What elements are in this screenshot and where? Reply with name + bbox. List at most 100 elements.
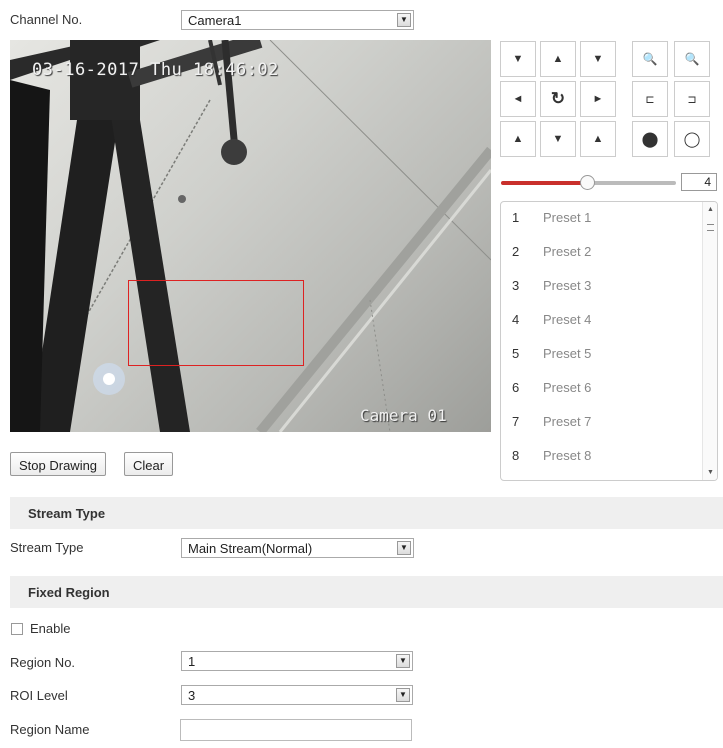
- preset-name: Preset 2: [543, 244, 592, 259]
- preset-name: Preset 4: [543, 312, 592, 327]
- arrow-up-right-icon: ▼: [592, 53, 604, 65]
- preset-list-scrollbar[interactable]: ▲ ▼: [702, 202, 717, 480]
- speed-slider-handle[interactable]: [580, 175, 595, 190]
- hanging-knob: [221, 139, 247, 165]
- preset-number: 5: [512, 346, 520, 361]
- roi-level-select-value: 3: [188, 688, 196, 703]
- ptz-down-right-button[interactable]: ▲: [580, 121, 616, 157]
- chevron-down-icon[interactable]: ▼: [397, 13, 411, 27]
- iris-open-icon: ⬤: [641, 131, 659, 148]
- region-no-select-value: 1: [188, 654, 196, 669]
- ptz-auto-button[interactable]: ↻: [540, 81, 576, 117]
- arrow-down-right-icon: ▲: [592, 133, 604, 145]
- focus-near-button[interactable]: ⊏: [632, 81, 668, 117]
- video-scene: [10, 40, 491, 432]
- preset-list[interactable]: 8 Preset 8 7 Preset 7 6 Preset 6 5 Preset 5 4 Pre…: [500, 201, 718, 481]
- zoom-in-icon: 🔍: [684, 52, 700, 66]
- ptz-up-button[interactable]: ▲: [540, 41, 576, 77]
- preset-name: Preset 8: [543, 448, 592, 463]
- chevron-down-icon[interactable]: ▼: [396, 688, 410, 702]
- preset-item[interactable]: 6 Preset 6: [501, 372, 701, 406]
- enable-label: Enable: [30, 621, 71, 636]
- zoom-out-icon: 🔍: [642, 52, 658, 66]
- stream-type-select-value: Main Stream(Normal): [188, 541, 313, 556]
- clear-button[interactable]: Clear: [124, 452, 174, 476]
- roi-level-label: ROI Level: [10, 688, 68, 703]
- preset-item[interactable]: 7 Preset 7: [501, 406, 701, 440]
- stop-drawing-button[interactable]: Stop Drawing: [10, 452, 107, 476]
- roi-region-rectangle[interactable]: [128, 280, 304, 366]
- region-name-input[interactable]: [180, 719, 412, 741]
- zoom-in-button[interactable]: 🔍: [674, 41, 710, 77]
- ptz-down-left-button[interactable]: ▲: [500, 121, 536, 157]
- focus-far-icon: ⊐: [687, 93, 697, 106]
- ptz-left-button[interactable]: ◄: [500, 81, 536, 117]
- preset-number: 1: [512, 210, 520, 225]
- region-no-select[interactable]: 1 ▼: [181, 651, 413, 671]
- zoom-out-button[interactable]: 🔍: [632, 41, 668, 77]
- channel-select[interactable]: Camera1 ▼: [181, 10, 414, 30]
- iris-close-icon: ◯: [683, 131, 701, 148]
- preset-item[interactable]: 1 Preset 1: [501, 202, 701, 236]
- preset-name: Preset 6: [543, 380, 592, 395]
- region-name-label: Region Name: [10, 722, 90, 737]
- iris-close-button[interactable]: ◯: [674, 121, 710, 157]
- preset-item[interactable]: 2 Preset 2: [501, 236, 701, 270]
- preset-name: Preset 3: [543, 278, 592, 293]
- fixed-region-section-title: Fixed Region: [28, 585, 110, 600]
- speed-slider-track[interactable]: [586, 181, 676, 185]
- stream-type-label: Stream Type: [10, 540, 84, 555]
- chevron-down-icon[interactable]: ▼: [397, 541, 411, 555]
- ceiling-beam-highlight: [278, 169, 491, 432]
- preset-name: Preset 7: [543, 414, 592, 429]
- channel-select-value: Camera1: [188, 13, 242, 28]
- preset-number: 6: [512, 380, 520, 395]
- roi-level-select[interactable]: 3 ▼: [181, 685, 413, 705]
- preset-number: 7: [512, 414, 520, 429]
- preset-number: 2: [512, 244, 520, 259]
- arrow-up-left-icon: ▼: [512, 53, 524, 65]
- arrow-right-icon: ►: [592, 93, 604, 105]
- preset-number: 4: [512, 312, 520, 327]
- tripod-body: [70, 40, 140, 120]
- preset-number: 3: [512, 278, 520, 293]
- enable-checkbox[interactable]: [11, 623, 23, 635]
- ceiling-seam-line: [269, 40, 491, 261]
- osd-camera-name: Camera 01: [360, 406, 447, 425]
- region-no-label: Region No.: [10, 655, 76, 670]
- stream-type-section-header: Stream Type: [10, 497, 723, 529]
- scroll-grip-icon[interactable]: [707, 224, 714, 231]
- focus-far-button[interactable]: ⊐: [674, 81, 710, 117]
- fixed-region-section-header: Fixed Region: [10, 576, 723, 608]
- scroll-down-icon[interactable]: ▼: [703, 469, 717, 476]
- channel-label: Channel No.: [10, 12, 83, 27]
- stream-type-section-title: Stream Type: [28, 506, 106, 521]
- preset-number: 8: [512, 448, 520, 463]
- light-spot: [103, 373, 115, 385]
- focus-near-icon: ⊏: [645, 93, 655, 106]
- live-video[interactable]: 03-16-2017 Thu 18:46:02 Camera 01: [10, 40, 491, 432]
- preset-item[interactable]: 3 Preset 3: [501, 270, 701, 304]
- arrow-down-left-icon: ▲: [512, 133, 524, 145]
- ptz-down-button[interactable]: ▼: [540, 121, 576, 157]
- preset-item[interactable]: 8 Preset 8: [501, 440, 701, 474]
- preset-name: Preset 1: [543, 210, 592, 225]
- preset-item[interactable]: 4 Preset 4: [501, 304, 701, 338]
- chevron-down-icon[interactable]: ▼: [396, 654, 410, 668]
- scroll-up-icon[interactable]: ▲: [703, 206, 717, 213]
- iris-open-button[interactable]: ⬤: [632, 121, 668, 157]
- arrow-down-icon: ▼: [552, 133, 564, 145]
- preset-item[interactable]: 5 Preset 5: [501, 338, 701, 372]
- speed-slider-fill: [501, 181, 586, 185]
- arrow-left-icon: ◄: [512, 93, 524, 105]
- ptz-up-right-button[interactable]: ▼: [580, 41, 616, 77]
- osd-timestamp: 03-16-2017 Thu 18:46:02: [32, 60, 279, 80]
- preset-name: Preset 5: [543, 346, 592, 361]
- ptz-up-left-button[interactable]: ▼: [500, 41, 536, 77]
- ceiling-sprinkler: [178, 195, 186, 203]
- speed-value-box[interactable]: 4: [681, 173, 717, 191]
- auto-rotate-icon: ↻: [550, 89, 566, 108]
- arrow-up-icon: ▲: [552, 53, 564, 65]
- stream-type-select[interactable]: Main Stream(Normal) ▼: [181, 538, 414, 558]
- ptz-right-button[interactable]: ►: [580, 81, 616, 117]
